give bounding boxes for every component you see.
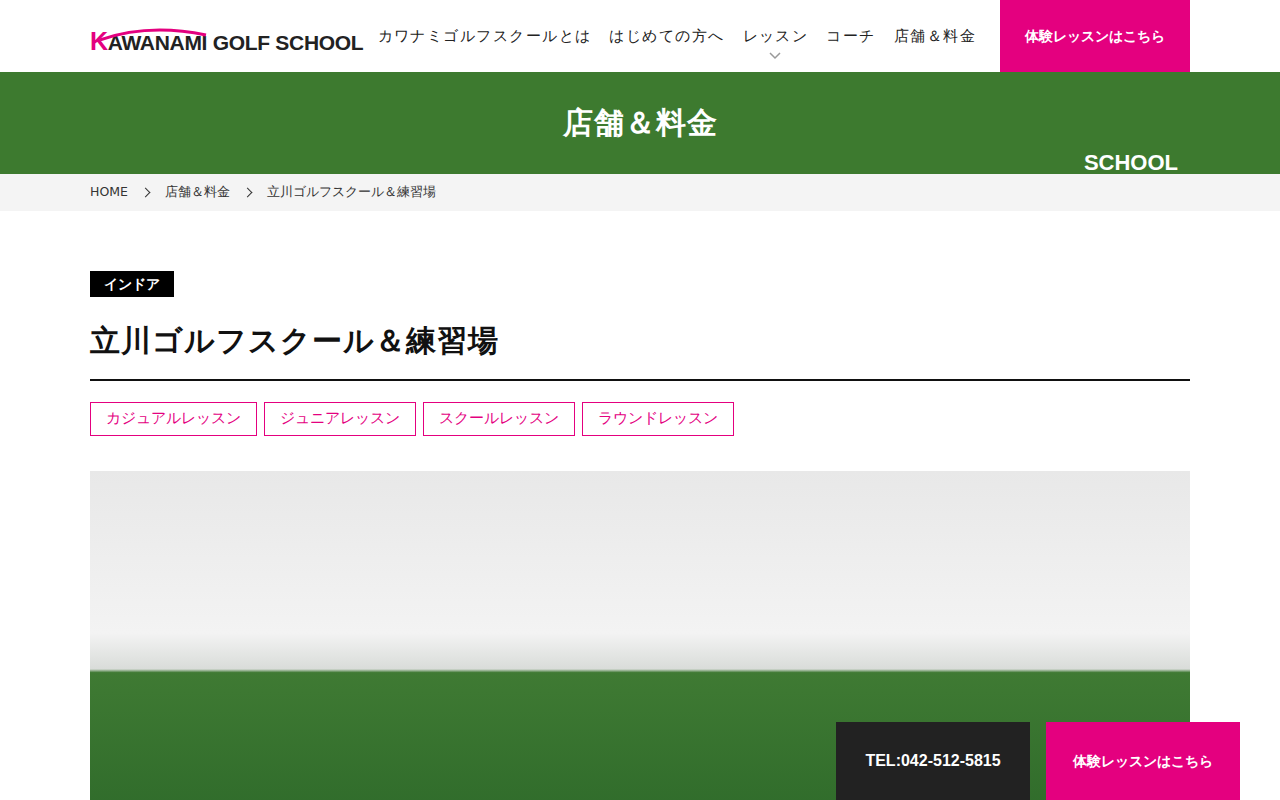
breadcrumb-item: 立川ゴルフスクール＆練習場 [267,183,436,202]
page-hero: 店舗＆料金 SCHOOL [0,72,1280,174]
nav-entry: 店舗＆料金 [894,24,976,48]
lesson-tag[interactable]: ラウンドレッスン [582,402,734,436]
phone-number[interactable]: TEL:042-512-5815 [836,722,1030,800]
breadcrumb-bar: HOME 店舗＆料金 立川ゴルフスクール＆練習場 [0,174,1280,211]
nav-entry: レッスン [743,24,809,48]
logo-arc-icon [98,27,208,41]
site-logo[interactable]: KAWANAMI GOLF SCHOOL [90,19,363,54]
store-title: 立川ゴルフスクール＆練習場 [90,323,1190,381]
hero-inner: 店舗＆料金 SCHOOL [90,72,1190,174]
chevron-right-icon [140,188,150,198]
trial-lesson-button[interactable]: 体験レッスンはこちら [1000,0,1190,72]
category-badge: インドア [90,271,174,297]
floating-trial-button[interactable]: 体験レッスンはこちら [1046,722,1240,800]
nav-entry: コーチ [826,24,875,48]
hero-title: 店舗＆料金 [563,105,718,141]
nav-item[interactable]: コーチ [826,28,875,44]
logo-rest: AWANAMI GOLF SCHOOL [108,31,364,54]
nav-entry: はじめての方へ [609,24,724,48]
breadcrumb-list: HOME 店舗＆料金 立川ゴルフスクール＆練習場 [90,183,1190,202]
nav-item[interactable]: カワナミゴルフスクールとは [378,28,592,44]
store-detail: インドア立川ゴルフスクール＆練習場カジュアルレッスンジュニアレッスンスクールレッ… [90,211,1190,800]
header-inner: KAWANAMI GOLF SCHOOL カワナミゴルフスクールとは はじめての方へ… [90,0,1190,72]
nav-item[interactable]: はじめての方へ [609,28,724,44]
logo-initial: K [90,27,108,55]
breadcrumb-item[interactable]: 店舗＆料金 [165,183,230,202]
site-header: KAWANAMI GOLF SCHOOL カワナミゴルフスクールとは はじめての方へ… [0,0,1280,72]
breadcrumb-item[interactable]: HOME [90,183,128,202]
lesson-tag[interactable]: スクールレッスン [423,402,575,436]
nav-entry: カワナミゴルフスクールとは [378,24,592,48]
lesson-tags: カジュアルレッスンジュニアレッスンスクールレッスンラウンドレッスン [90,402,1190,436]
nav-item[interactable]: レッスン [743,28,809,44]
nav-item[interactable]: 店舗＆料金 [894,28,976,44]
main-nav: カワナミゴルフスクールとは はじめての方へ レッスン コーチ 店舗＆料金 [378,24,976,48]
hero-label: SCHOOL [1084,152,1178,174]
chevron-down-icon [769,52,781,60]
lesson-tag[interactable]: カジュアルレッスン [90,402,257,436]
lesson-tag[interactable]: ジュニアレッスン [264,402,416,436]
chevron-right-icon [242,188,252,198]
